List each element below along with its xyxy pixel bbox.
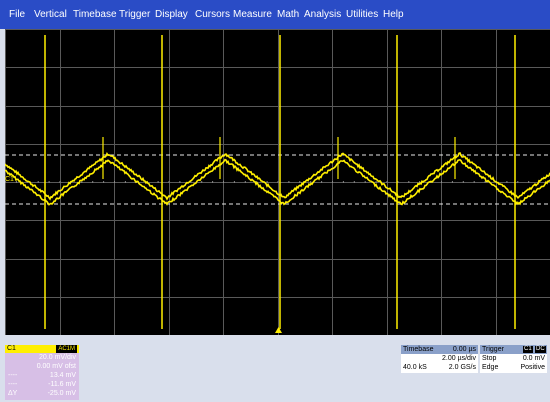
grid-tick	[506, 181, 508, 183]
graticule	[5, 29, 550, 335]
trigger-delay: 0.00 µs	[452, 346, 476, 353]
menu-math[interactable]: Math	[277, 9, 299, 20]
delta-y-label: ΔY	[8, 390, 18, 397]
trigger-label: Trigger	[482, 346, 504, 353]
menu-trigger[interactable]: Trigger	[119, 9, 150, 20]
menu-display[interactable]: Display	[155, 9, 188, 20]
grid-tick	[81, 181, 83, 183]
time-per-div: 2.00 µs/div	[442, 355, 476, 362]
trigger-source-badge: C1	[523, 346, 533, 353]
grid-tick	[364, 181, 366, 183]
grid-tick	[168, 181, 170, 183]
cursor-2-row: ---- -11.6 mV	[5, 381, 79, 389]
vdiv-row: 20.0 mV/div	[5, 354, 79, 362]
menu-measure[interactable]: Measure	[233, 9, 272, 20]
grid-tick	[48, 181, 50, 183]
delta-y-row: ΔY -25.0 mV	[5, 390, 79, 398]
grid-tick	[441, 181, 442, 183]
trigger-coupling-badge: DC	[535, 346, 546, 353]
trigger-level: 0.0 mV	[522, 355, 545, 362]
trigger-header: Trigger C1 DC	[480, 345, 547, 354]
grid-tick	[408, 181, 410, 183]
grid-tick	[157, 181, 159, 183]
grid-tick	[277, 181, 279, 183]
sample-count: 40.0 kS	[403, 364, 427, 371]
coupling-badge: AC1M	[56, 345, 77, 353]
grid-tick	[233, 181, 235, 183]
waveform-canvas: C1	[5, 29, 550, 335]
menu-file[interactable]: File	[9, 9, 25, 20]
grid-tick	[451, 181, 453, 183]
grid-tick	[212, 181, 214, 183]
grid-tick	[179, 181, 181, 183]
trigger-mode: Stop	[482, 355, 497, 362]
grid-tick	[321, 181, 323, 183]
offset-value: 0.00 mV ofst	[36, 363, 76, 370]
offset-row: 0.00 mV ofst	[5, 363, 79, 371]
menu-bar: File Vertical Timebase Trigger Display C…	[0, 0, 550, 29]
grid-tick	[342, 181, 344, 183]
trigger-type: Edge	[482, 364, 499, 371]
grid-tick	[266, 181, 268, 183]
status-area: C1 AC1M 20.0 mV/div 0.00 mV ofst ---- 13…	[0, 335, 550, 402]
cursor-2-value: -11.6 mV	[48, 381, 76, 388]
channel-1-label: C1	[7, 345, 16, 352]
grid-tick	[332, 181, 333, 183]
grid-tick	[37, 181, 39, 183]
trigger-position-icon[interactable]	[275, 327, 282, 333]
channel-1-marker: C1	[5, 176, 14, 183]
timebase-descriptor[interactable]: Timebase 0.00 µs 2.00 µs/div 40.0 kS 2.0…	[401, 345, 478, 373]
grid-tick	[59, 181, 61, 183]
menu-vertical[interactable]: Vertical	[34, 9, 67, 20]
sample-rate: 2.0 GS/s	[448, 364, 476, 371]
grid-tick	[15, 181, 17, 183]
grid-tick	[462, 181, 464, 183]
channel-1-header: C1 AC1M	[5, 345, 79, 353]
channel-1-descriptor[interactable]: C1 AC1M 20.0 mV/div 0.00 mV ofst ---- 13…	[5, 345, 79, 400]
menu-utilities[interactable]: Utilities	[346, 9, 378, 20]
waveform-display[interactable]: C1	[5, 29, 550, 335]
grid-tick	[223, 181, 224, 183]
cursor-1-value: 13.4 mV	[49, 372, 76, 379]
grid-tick	[473, 181, 475, 183]
timebase-label: Timebase	[403, 346, 434, 353]
grid-tick	[288, 181, 290, 183]
cursor-1-icon: ----	[8, 372, 18, 379]
grid-tick	[92, 181, 94, 183]
menu-analysis[interactable]: Analysis	[304, 9, 341, 20]
timebase-header: Timebase 0.00 µs	[401, 345, 478, 354]
menu-cursors[interactable]: Cursors	[195, 9, 230, 20]
menu-timebase[interactable]: Timebase	[73, 9, 117, 20]
grid-tick	[201, 181, 203, 183]
trigger-slope: Positive	[520, 364, 545, 371]
volts-per-div: 20.0 mV/div	[39, 354, 76, 361]
cursor-1-row: ---- 13.4 mV	[5, 372, 79, 380]
cursor-2-icon: ----	[8, 381, 18, 388]
grid-tick	[386, 181, 388, 183]
grid-tick	[114, 181, 115, 183]
grid-tick	[244, 181, 246, 183]
grid-tick	[528, 181, 530, 183]
grid-tick	[353, 181, 355, 183]
delta-y-value: -25.0 mV	[47, 390, 76, 397]
trigger-descriptor[interactable]: Trigger C1 DC Stop 0.0 mV Edge Positive	[480, 345, 547, 373]
grid-tick	[103, 181, 105, 183]
grid-tick	[517, 181, 519, 183]
grid-tick	[124, 181, 126, 183]
grid-tick	[299, 181, 301, 183]
grid-tick	[375, 181, 377, 183]
menu-help[interactable]: Help	[383, 9, 404, 20]
